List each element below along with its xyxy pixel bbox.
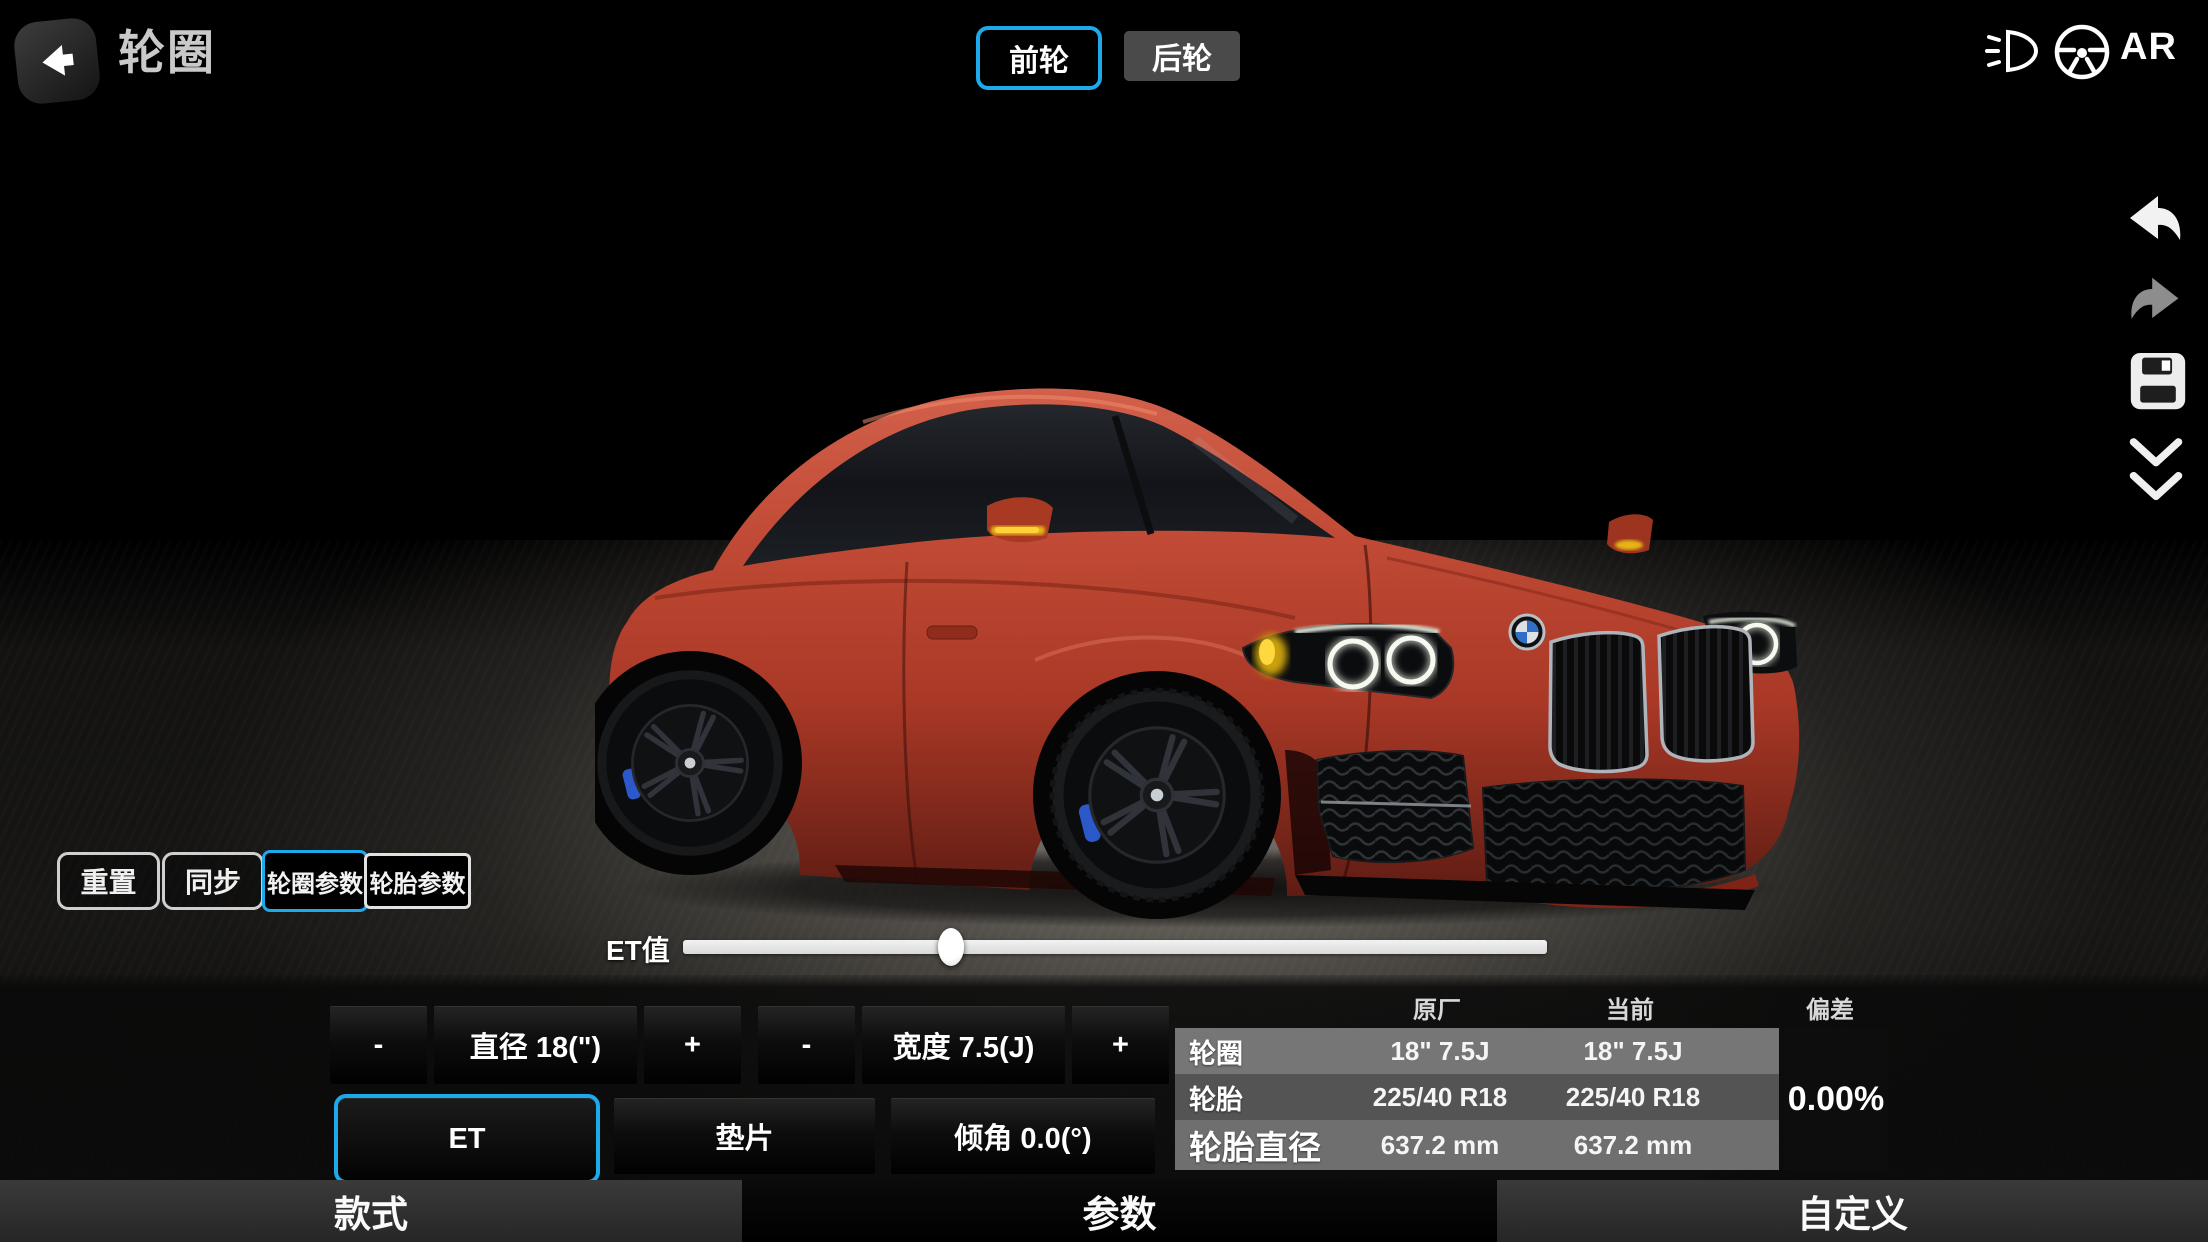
tab-parameters[interactable]: 参数 [742,1180,1497,1242]
tab-custom[interactable]: 自定义 [1497,1180,2208,1242]
row-factory-value: 18" 7.5J [1355,1036,1525,1067]
row-label: 轮胎 [1189,1078,1243,1117]
row-label: 轮胎直径 [1189,1121,1321,1169]
save-button[interactable] [2128,350,2188,419]
bumper-intake-left [1317,751,1473,862]
row-factory-value: 637.2 mm [1355,1130,1525,1161]
car-3d-view[interactable] [595,330,1815,930]
bottom-tab-bar: 款式 参数 自定义 [0,1180,2208,1242]
table-row-tire-diameter: 轮胎直径 637.2 mm 637.2 mm [1175,1120,1779,1170]
et-slider-label: ET值 [606,929,670,969]
reset-button[interactable]: 重置 [57,852,160,910]
back-button[interactable] [12,16,102,106]
width-minus-button[interactable]: - [758,1006,855,1084]
page-title: 轮圈 [118,14,216,83]
steering-wheel-icon [2050,20,2114,84]
rear-wheel [597,670,782,855]
row-current-value: 225/40 R18 [1548,1082,1718,1113]
tab-rear-wheel[interactable]: 后轮 [1124,31,1240,81]
diameter-plus-button[interactable]: + [644,1006,741,1084]
width-label: 宽度 7.5(J) [893,1024,1035,1066]
steering-mode-button[interactable] [2050,20,2114,84]
redo-button[interactable] [2126,274,2184,337]
bumper-intake-center [1483,779,1745,892]
plus-label: + [684,1029,701,1062]
front-wheel [1052,690,1262,900]
et-mode-button[interactable]: ET [334,1094,600,1184]
camber-mode-label: 倾角 0.0(°) [954,1115,1091,1157]
rim-params-button[interactable]: 轮圈参数 [262,850,368,912]
side-mirror-right [1607,514,1653,553]
ar-mode-button[interactable]: AR [2120,26,2177,69]
tire-params-label: 轮胎参数 [370,864,466,899]
col-header-current: 当前 [1570,990,1690,1025]
deviation-value: 0.00% [1784,1028,1888,1170]
tab-parameters-label: 参数 [1083,1184,1157,1238]
tab-rear-wheel-label: 后轮 [1152,34,1212,78]
plus-label: + [1112,1029,1129,1062]
redo-icon [2126,274,2184,332]
et-mode-label: ET [448,1123,485,1156]
door-handle [927,626,977,639]
minus-label: - [374,1029,384,1062]
headlights-toggle-button[interactable] [1984,26,2042,76]
tab-front-wheel-label: 前轮 [1009,36,1069,80]
row-current-value: 637.2 mm [1548,1130,1718,1161]
side-mirror-left [987,497,1053,542]
et-slider[interactable] [683,940,1547,954]
reset-label: 重置 [80,861,136,901]
table-row-tire: 轮胎 225/40 R18 225/40 R18 [1175,1074,1779,1120]
diameter-value-button[interactable]: 直径 18(") [434,1006,637,1084]
rim-params-label: 轮圈参数 [267,864,363,899]
save-icon [2128,350,2188,414]
width-value-button[interactable]: 宽度 7.5(J) [862,1006,1065,1084]
sync-button[interactable]: 同步 [162,852,264,910]
tab-front-wheel[interactable]: 前轮 [976,26,1102,90]
minus-label: - [802,1029,812,1062]
row-label: 轮圈 [1189,1032,1243,1071]
width-plus-button[interactable]: + [1072,1006,1169,1084]
spacer-mode-button[interactable]: 垫片 [614,1098,875,1174]
undo-icon [2124,192,2186,254]
tab-style[interactable]: 款式 [0,1180,742,1242]
collapse-panel-button[interactable] [2126,434,2186,513]
deviation-text: 0.00% [1788,1080,1884,1119]
tab-style-label: 款式 [334,1184,408,1238]
headlight-icon [1984,26,2042,76]
tab-custom-label: 自定义 [1797,1184,1908,1238]
col-header-deviation: 偏差 [1770,990,1890,1025]
table-row-rim: 轮圈 18" 7.5J 18" 7.5J [1175,1028,1779,1074]
row-factory-value: 225/40 R18 [1355,1082,1525,1113]
sync-label: 同步 [185,861,241,901]
row-current-value: 18" 7.5J [1548,1036,1718,1067]
collapse-down-icon [2126,434,2186,508]
back-arrow-icon [28,32,85,89]
et-slider-handle[interactable] [938,928,964,966]
tire-params-button[interactable]: 轮胎参数 [364,853,471,909]
camber-mode-button[interactable]: 倾角 0.0(°) [891,1098,1155,1174]
undo-button[interactable] [2124,192,2186,259]
bmw-roundel [1510,615,1544,649]
wheel-configurator-screen: { "header": { "title": "轮圈", "wheel_tabs… [0,0,2208,1242]
diameter-label: 直径 18(") [470,1024,601,1066]
col-header-factory: 原厂 [1377,990,1497,1025]
diameter-minus-button[interactable]: - [330,1006,427,1084]
spacer-mode-label: 垫片 [715,1115,773,1157]
